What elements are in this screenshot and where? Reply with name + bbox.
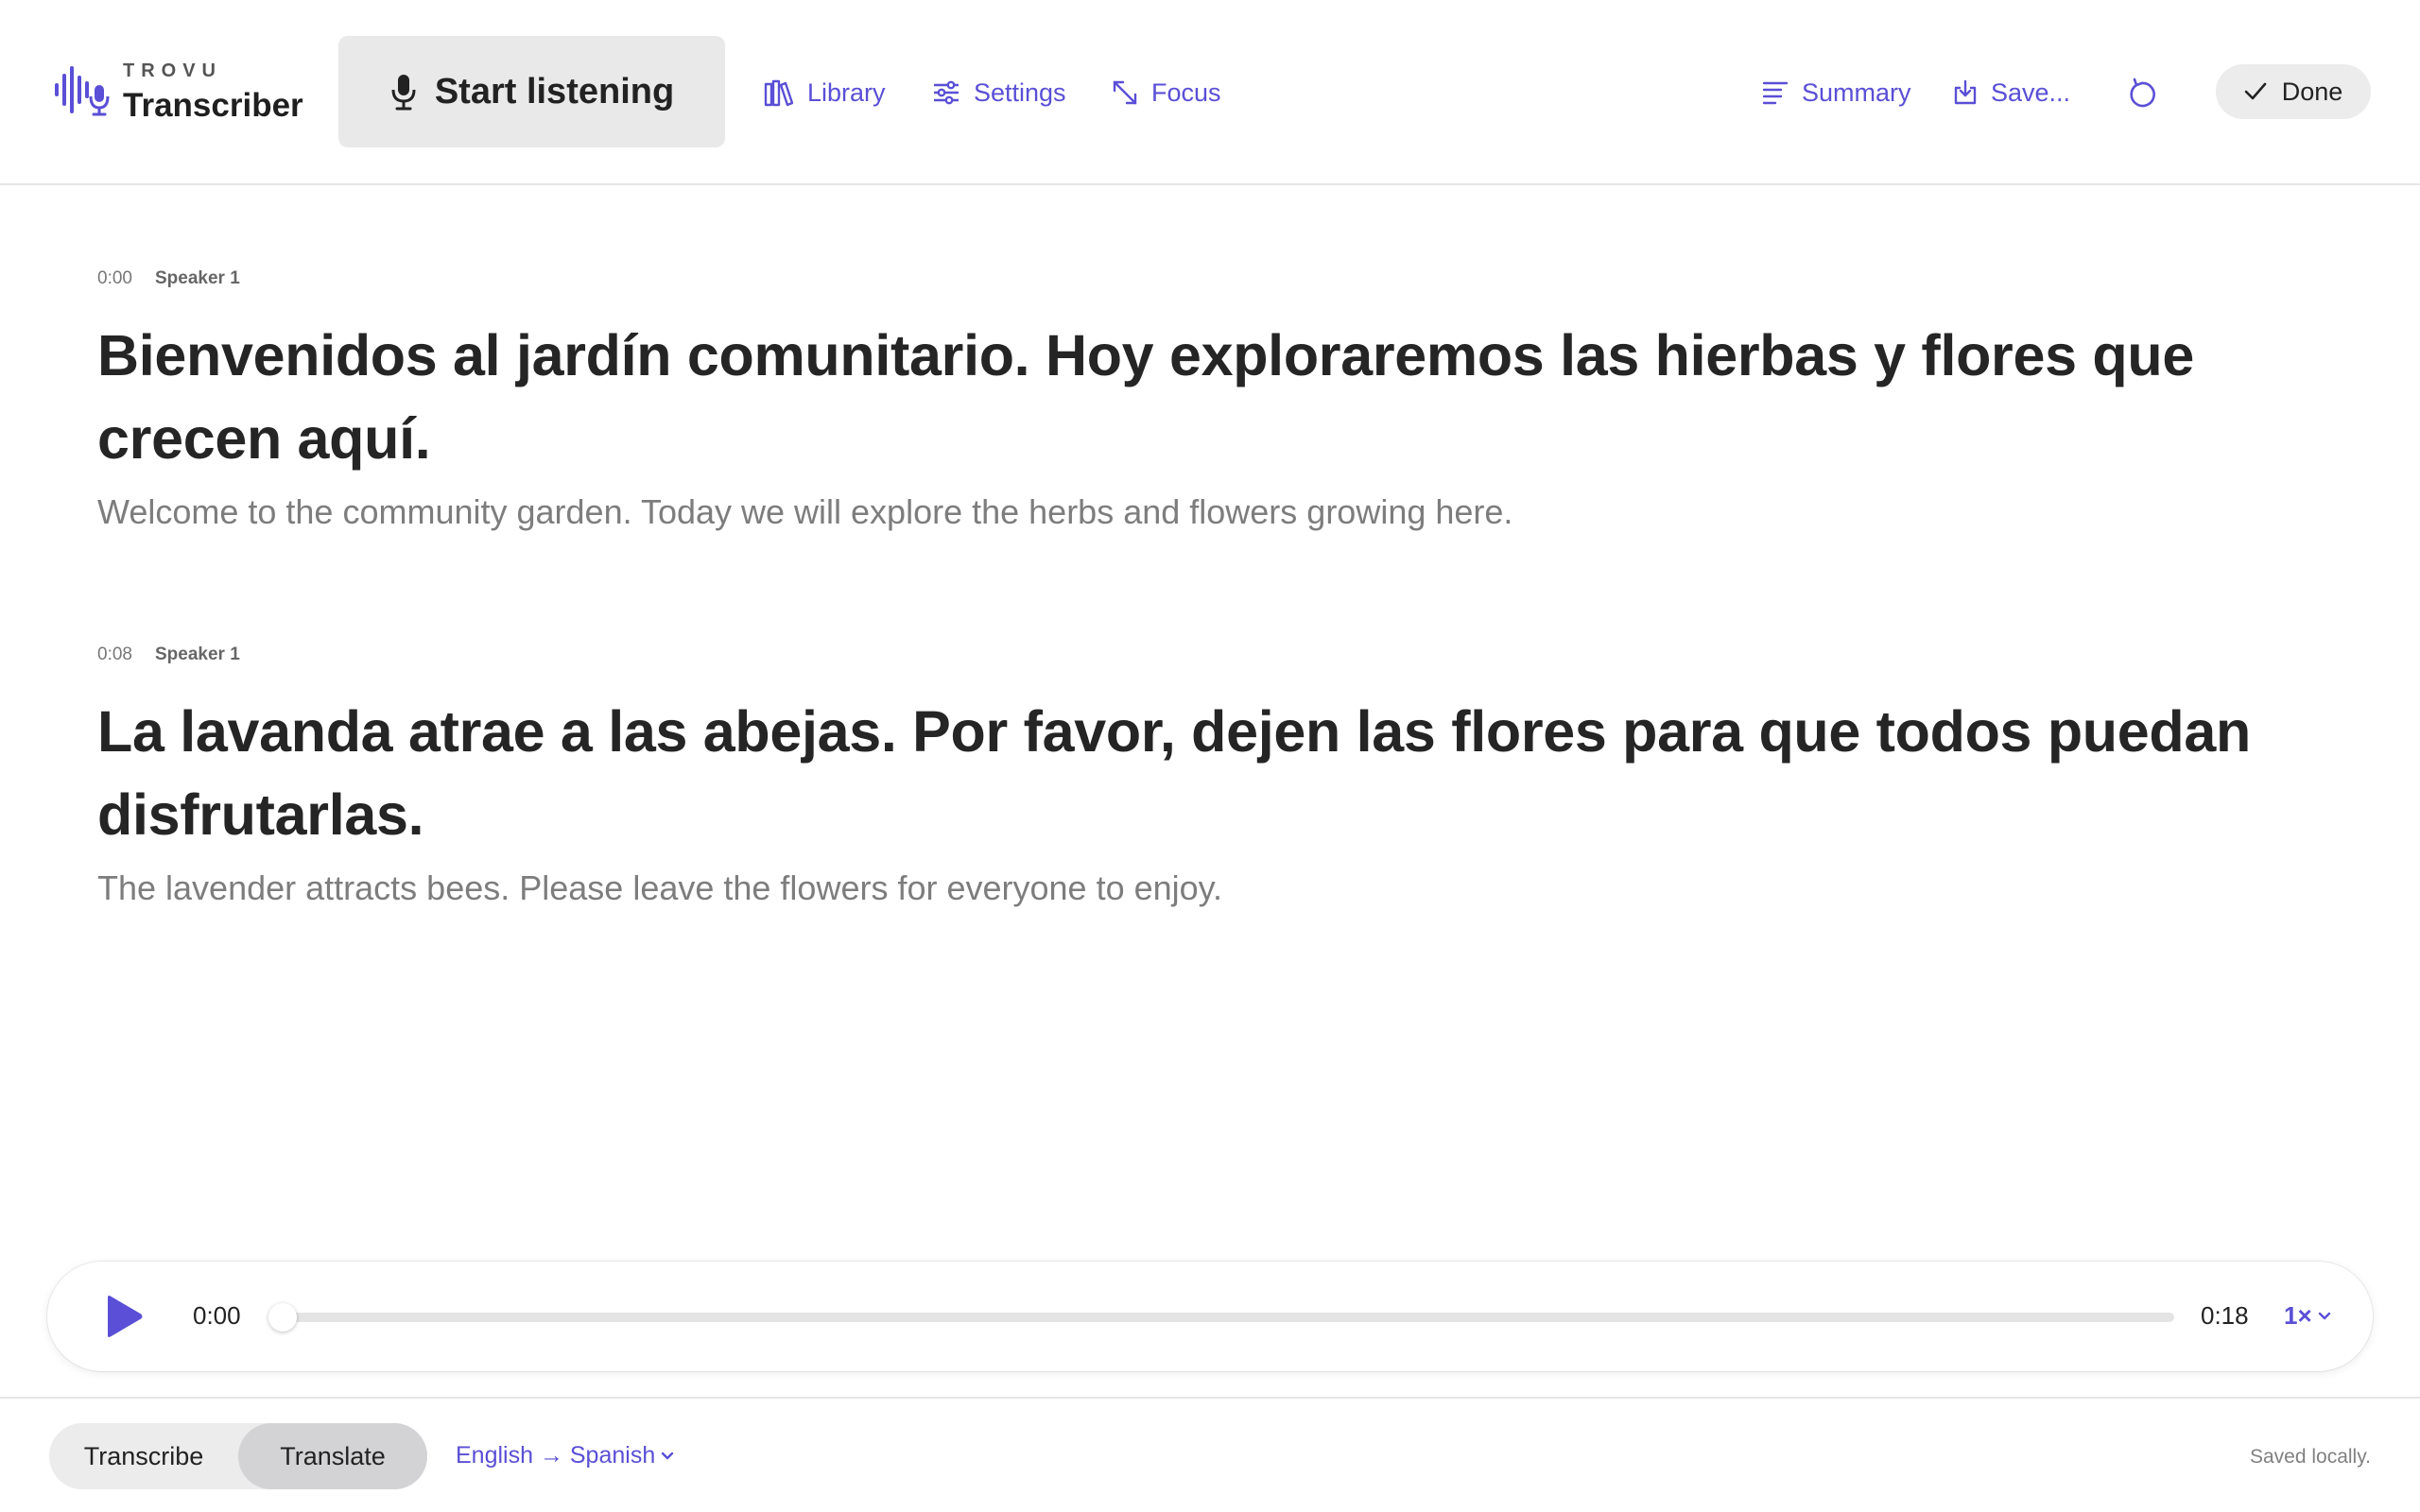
segment-timestamp[interactable]: 0:08 — [97, 644, 132, 665]
focus-button[interactable]: Focus — [1112, 74, 1221, 112]
sliders-icon — [934, 80, 959, 105]
segment-timestamp[interactable]: 0:00 — [97, 268, 132, 289]
brand-small: TROVU — [123, 60, 222, 81]
language-pair-select[interactable]: English → Spanish — [456, 1442, 674, 1469]
undo-icon — [2130, 77, 2155, 108]
summary-button[interactable]: Summary — [1762, 74, 1911, 112]
play-icon — [108, 1296, 143, 1337]
microphone-icon — [391, 75, 416, 111]
focus-label: Focus — [1151, 77, 1221, 107]
settings-label: Settings — [974, 77, 1066, 107]
current-time: 0:00 — [193, 1301, 241, 1330]
settings-button[interactable]: Settings — [932, 74, 1066, 112]
transcribe-tab[interactable]: Transcribe — [49, 1423, 238, 1489]
play-button[interactable] — [100, 1294, 146, 1339]
chevron-down-icon — [662, 1452, 674, 1459]
save-download-icon — [1954, 79, 1977, 105]
start-listening-label: Start listening — [434, 71, 675, 112]
chevron-down-icon — [2318, 1312, 2330, 1319]
translated-text: The lavender attracts bees. Please leave… — [97, 868, 1222, 907]
mode-toggle: Transcribe Translate — [49, 1423, 427, 1489]
translated-text: Welcome to the community garden. Today w… — [97, 492, 1513, 531]
speaker-label: Speaker 1 — [154, 268, 240, 288]
undo-button[interactable] — [2121, 74, 2163, 115]
save-status: Saved locally. — [2249, 1446, 2371, 1468]
playback-speed-select[interactable]: 1× — [2284, 1301, 2331, 1331]
save-button[interactable]: Save... — [1953, 74, 2070, 112]
original-text: La lavanda atrae a las abejas. Por favor… — [97, 699, 2251, 847]
app-title: Transcriber — [123, 87, 303, 124]
language-pair-label: English → Spanish — [456, 1442, 656, 1469]
start-listening-button[interactable]: Start listening — [338, 36, 725, 147]
bottom-bar: Transcribe Translate English → Spanish S… — [0, 1397, 2420, 1512]
expand-icon — [1113, 80, 1137, 105]
summary-label: Summary — [1802, 77, 1911, 107]
segment-meta: 0:08 Speaker 1 — [97, 644, 2272, 665]
app-logo: TROVU Transcriber — [53, 59, 308, 127]
top-toolbar: TROVU Transcriber Start listening Librar… — [0, 0, 2420, 185]
done-label: Done — [2281, 77, 2343, 106]
library-label: Library — [807, 77, 886, 107]
checkmark-icon — [2244, 82, 2267, 100]
text-lines-icon — [1762, 81, 1789, 105]
audio-player: 0:00 0:18 1× — [47, 1262, 2373, 1371]
original-text: Bienvenidos al jardín comunitario. Hoy e… — [97, 323, 2194, 471]
segment-meta: 0:00 Speaker 1 — [97, 268, 2272, 289]
transcript-segment[interactable]: 0:08 Speaker 1 La lavanda atrae a las ab… — [97, 644, 2272, 911]
playback-scrubber[interactable] — [268, 1303, 297, 1332]
speaker-label: Speaker 1 — [154, 644, 240, 664]
translate-tab[interactable]: Translate — [238, 1423, 427, 1489]
speed-value: 1× — [2284, 1301, 2312, 1330]
waveform-mic-icon — [55, 66, 110, 116]
total-time: 0:18 — [2201, 1301, 2249, 1330]
playback-track[interactable] — [268, 1313, 2174, 1322]
done-button[interactable]: Done — [2216, 64, 2371, 119]
library-icon — [764, 79, 794, 107]
transcript-segment[interactable]: 0:00 Speaker 1 Bienvenidos al jardín com… — [97, 268, 2272, 535]
save-label: Save... — [1991, 77, 2071, 107]
library-button[interactable]: Library — [764, 74, 886, 112]
